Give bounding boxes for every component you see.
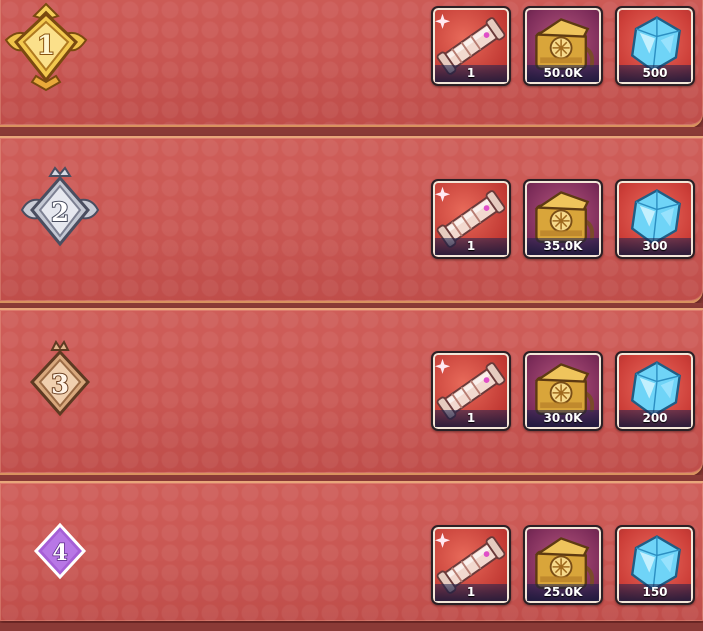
rank-row-2: 2 1 35.0K 300 [0,136,703,311]
reward-quantity: 500 [619,65,691,82]
reward-group: 1 50.0K 500 [431,6,695,86]
rank-number: 3 [51,370,69,400]
reward-quantity: 30.0K [527,410,599,427]
reward-item-chest[interactable]: 35.0K [523,179,603,259]
reward-quantity: 300 [619,238,691,255]
rank-badge-silver-icon: 2 [10,164,110,264]
reward-item-scroll[interactable]: 1 [431,6,511,86]
rank-number: 1 [37,31,55,61]
reward-item-scroll[interactable]: 1 [431,179,511,259]
reward-item-scroll[interactable]: 1 [431,351,511,431]
reward-quantity: 1 [435,410,507,427]
rank-number: 2 [51,198,69,228]
reward-item-gem[interactable]: 300 [615,179,695,259]
rank-badge-gold-icon: 1 [0,0,96,100]
reward-group: 1 35.0K 300 [431,179,695,259]
reward-quantity: 25.0K [527,584,599,601]
reward-quantity: 1 [435,65,507,82]
reward-item-chest[interactable]: 50.0K [523,6,603,86]
rank-row-3: 3 1 30.0K 200 [0,308,703,483]
rank-badge-purple-icon: 4 [20,511,100,591]
reward-quantity: 1 [435,238,507,255]
reward-item-gem[interactable]: 200 [615,351,695,431]
reward-quantity: 1 [435,584,507,601]
reward-group: 1 25.0K 150 [431,525,695,605]
rank-row-1: 1 1 50.0K 500 [0,0,703,135]
rank-number: 4 [52,540,67,566]
reward-quantity: 50.0K [527,65,599,82]
reward-item-gem[interactable]: 500 [615,6,695,86]
reward-item-chest[interactable]: 30.0K [523,351,603,431]
rank-row-4: 4 1 25.0K 150 [0,481,703,631]
reward-quantity: 35.0K [527,238,599,255]
reward-quantity: 200 [619,410,691,427]
reward-group: 1 30.0K 200 [431,351,695,431]
reward-item-chest[interactable]: 25.0K [523,525,603,605]
reward-quantity: 150 [619,584,691,601]
rank-reward-list: 1 1 50.0K 500 2 1 35.0K 300 3 1 30.0K 20… [0,0,703,631]
rank-badge-bronze-icon: 3 [10,336,110,436]
reward-item-gem[interactable]: 150 [615,525,695,605]
reward-item-scroll[interactable]: 1 [431,525,511,605]
